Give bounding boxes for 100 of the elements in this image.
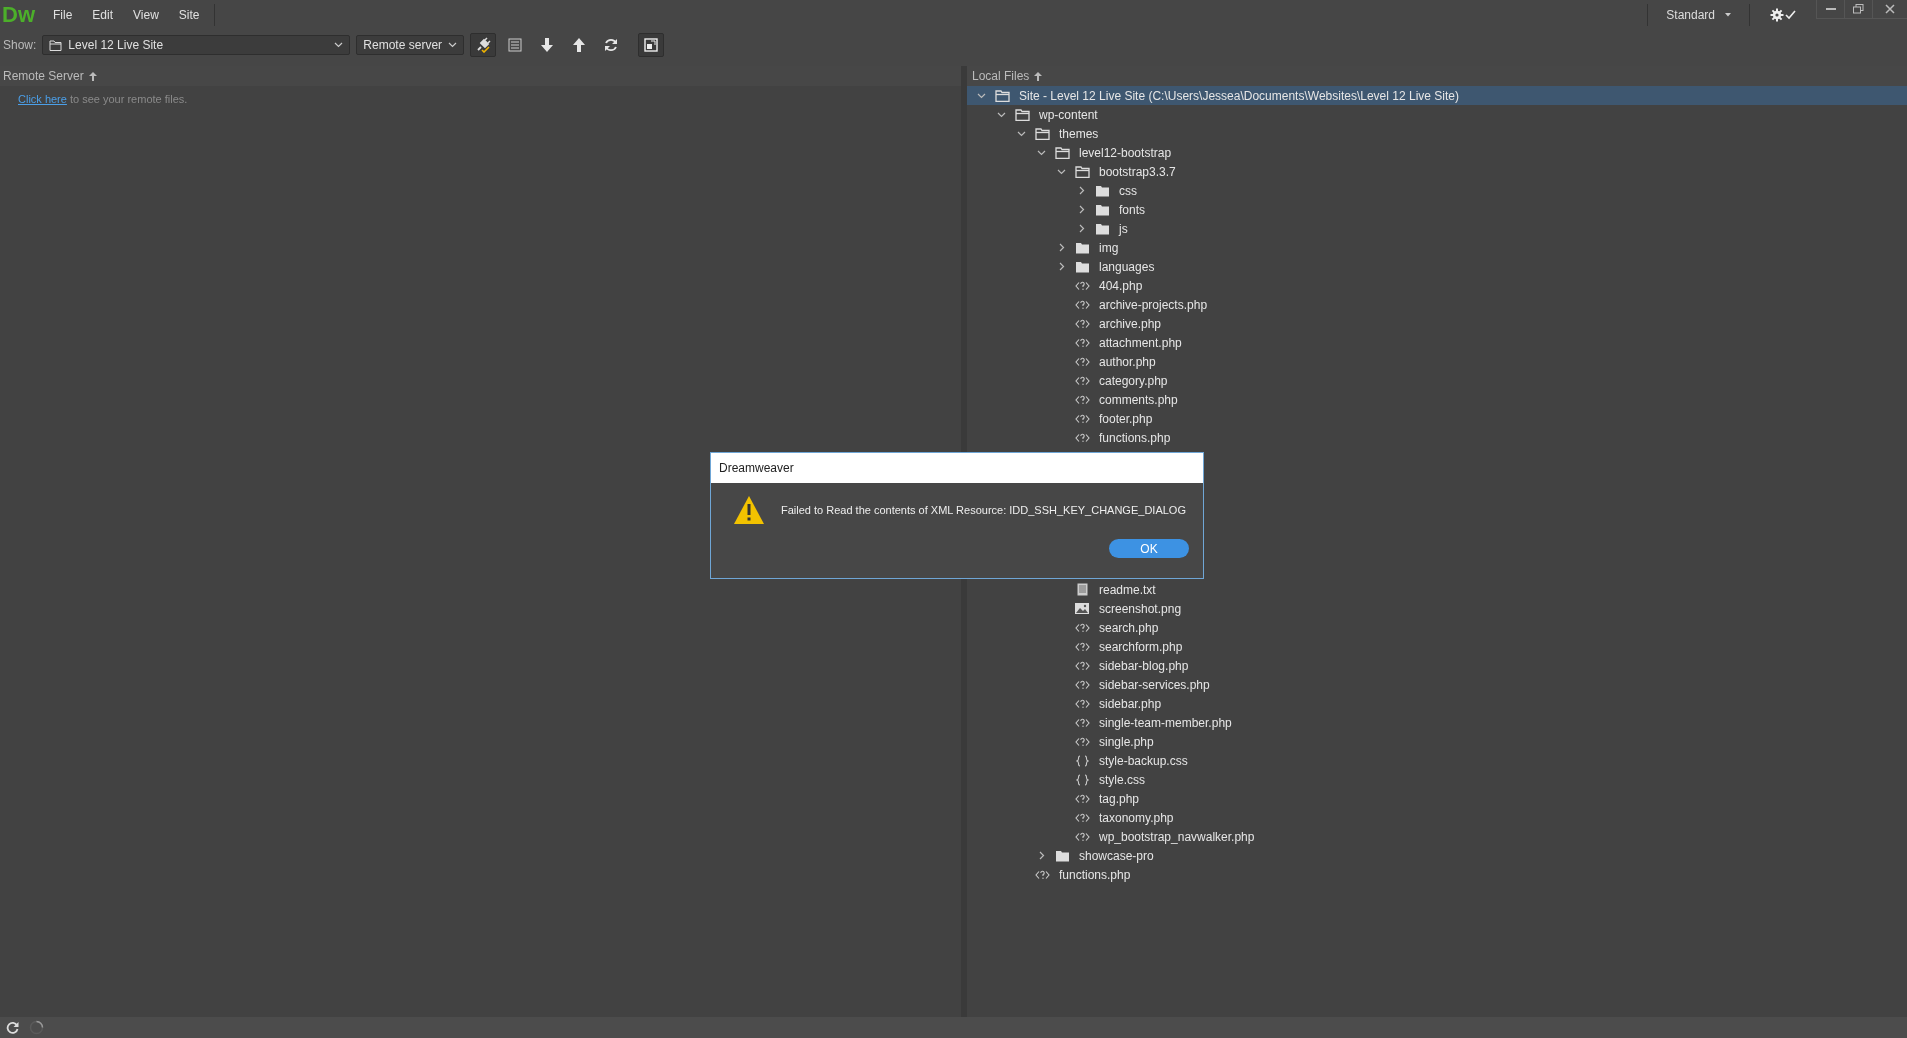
tree-row[interactable]: comments.php	[967, 390, 1907, 409]
app-logo: Dw	[1, 2, 36, 28]
code-file-icon	[1074, 318, 1090, 329]
tree-row[interactable]: languages	[967, 257, 1907, 276]
menu-item[interactable]: Edit	[82, 8, 124, 22]
site-dropdown[interactable]: Level 12 Live Site	[42, 35, 351, 55]
close-icon	[1885, 4, 1895, 14]
expand-panel-button[interactable]	[638, 33, 665, 57]
open-folder-icon	[1014, 108, 1030, 121]
tree-row[interactable]: wp-content	[967, 105, 1907, 124]
connect-button[interactable]	[470, 33, 497, 57]
code-file-icon	[1074, 698, 1090, 709]
server-view-dropdown[interactable]: Remote server	[356, 35, 465, 55]
tree-row[interactable]: footer.php	[967, 409, 1907, 428]
code-file-icon	[1074, 356, 1090, 367]
tree-row[interactable]: 404.php	[967, 276, 1907, 295]
tree-row[interactable]: functions.php	[967, 865, 1907, 884]
up-arrow-icon	[573, 38, 586, 52]
folder-icon	[1094, 203, 1110, 216]
tree-row[interactable]: taxonomy.php	[967, 808, 1907, 827]
refresh-icon[interactable]	[6, 1021, 19, 1034]
braces-icon	[1075, 754, 1089, 767]
open-folder-icon	[1034, 127, 1050, 140]
folder-icon	[1054, 849, 1070, 862]
code-file-icon	[1074, 736, 1090, 747]
tree-row[interactable]: showcase-pro	[967, 846, 1907, 865]
code-file-icon	[1074, 337, 1090, 348]
folder-icon	[1074, 260, 1090, 273]
gear-check-icon[interactable]	[1770, 8, 1796, 22]
tree-row[interactable]: tag.php	[967, 789, 1907, 808]
code-file-icon	[1074, 432, 1090, 443]
refresh-icon	[604, 38, 619, 52]
tree-row[interactable]: sidebar.php	[967, 694, 1907, 713]
code-file-icon	[1074, 375, 1090, 386]
tree-row[interactable]: single.php	[967, 732, 1907, 751]
braces-icon	[1075, 773, 1089, 786]
tree-row[interactable]: archive-projects.php	[967, 295, 1907, 314]
loading-spinner-icon	[29, 1020, 44, 1035]
tree-row[interactable]: wp_bootstrap_navwalker.php	[967, 827, 1907, 846]
code-file-icon	[1074, 793, 1090, 804]
tree-row[interactable]: search.php	[967, 618, 1907, 637]
open-folder-icon	[994, 89, 1010, 102]
tree-row[interactable]: searchform.php	[967, 637, 1907, 656]
code-file-icon	[1074, 812, 1090, 823]
text-file-icon	[1076, 583, 1088, 596]
sort-ascending-icon[interactable]	[1034, 71, 1043, 81]
tree-row[interactable]: archive.php	[967, 314, 1907, 333]
tree-row[interactable]: readme.txt	[967, 580, 1907, 599]
tree-row[interactable]: js	[967, 219, 1907, 238]
tree-row[interactable]: Site - Level 12 Live Site (C:\Users\Jessea\Documents\Websites\Level 12 Live Site)	[967, 86, 1907, 105]
tree-row[interactable]: sidebar-services.php	[967, 675, 1907, 694]
tree-row[interactable]: style-backup.css	[967, 751, 1907, 770]
remote-files-hint: Click here to see your remote files.	[17, 92, 189, 107]
chevron-down-icon[interactable]	[1016, 129, 1026, 138]
dialog-title: Dreamweaver	[719, 461, 794, 475]
code-file-icon	[1074, 299, 1090, 310]
code-file-icon	[1074, 413, 1090, 424]
folder-icon	[1074, 241, 1090, 254]
tree-row[interactable]: img	[967, 238, 1907, 257]
caret-icon	[1725, 13, 1731, 17]
tree-row[interactable]: sidebar-blog.php	[967, 656, 1907, 675]
chevron-down-icon	[334, 42, 344, 48]
tree-row[interactable]: level12-bootstrap	[967, 143, 1907, 162]
tree-row[interactable]: themes	[967, 124, 1907, 143]
code-file-icon	[1074, 660, 1090, 671]
open-folder-icon	[1074, 165, 1090, 178]
dialog-message: Failed to Read the contents of XML Resource: IDD_SSH_KEY_CHANGE_DIALOG	[781, 504, 1186, 516]
local-files-header[interactable]: Local Files	[972, 69, 1030, 83]
chevron-down-icon	[448, 42, 458, 48]
menu-item[interactable]: View	[123, 8, 169, 22]
menu-item[interactable]: Site	[168, 8, 210, 22]
tree-row[interactable]: fonts	[967, 200, 1907, 219]
tree-row[interactable]: single-team-member.php	[967, 713, 1907, 732]
code-file-icon	[1034, 869, 1050, 880]
chevron-down-icon[interactable]	[996, 110, 1006, 119]
click-here-link[interactable]: Click here	[18, 93, 67, 105]
menu-item[interactable]: File	[43, 8, 83, 22]
chevron-down-icon[interactable]	[1056, 167, 1066, 176]
tree-row[interactable]: style.css	[967, 770, 1907, 789]
expand-icon	[644, 38, 659, 52]
chevron-down-icon[interactable]	[976, 91, 986, 100]
tree-row[interactable]: bootstrap3.3.7	[967, 162, 1907, 181]
code-file-icon	[1074, 717, 1090, 728]
workspace-dropdown[interactable]: Standard	[1647, 4, 1750, 26]
open-folder-icon	[1054, 146, 1070, 159]
down-arrow-icon	[541, 38, 554, 52]
show-label: Show:	[3, 38, 37, 52]
tree-row[interactable]: category.php	[967, 371, 1907, 390]
code-file-icon	[1074, 622, 1090, 633]
tree-row[interactable]: attachment.php	[967, 333, 1907, 352]
folder-icon	[1094, 222, 1110, 235]
restore-icon	[1853, 4, 1864, 14]
tree-row[interactable]: author.php	[967, 352, 1907, 371]
minimize-icon	[1825, 8, 1836, 10]
chevron-down-icon[interactable]	[1036, 148, 1046, 157]
sort-ascending-icon[interactable]	[88, 71, 97, 81]
tree-row[interactable]: screenshot.png	[967, 599, 1907, 618]
tree-row[interactable]: css	[967, 181, 1907, 200]
remote-server-header[interactable]: Remote Server	[3, 69, 84, 83]
tree-row[interactable]: functions.php	[967, 428, 1907, 447]
